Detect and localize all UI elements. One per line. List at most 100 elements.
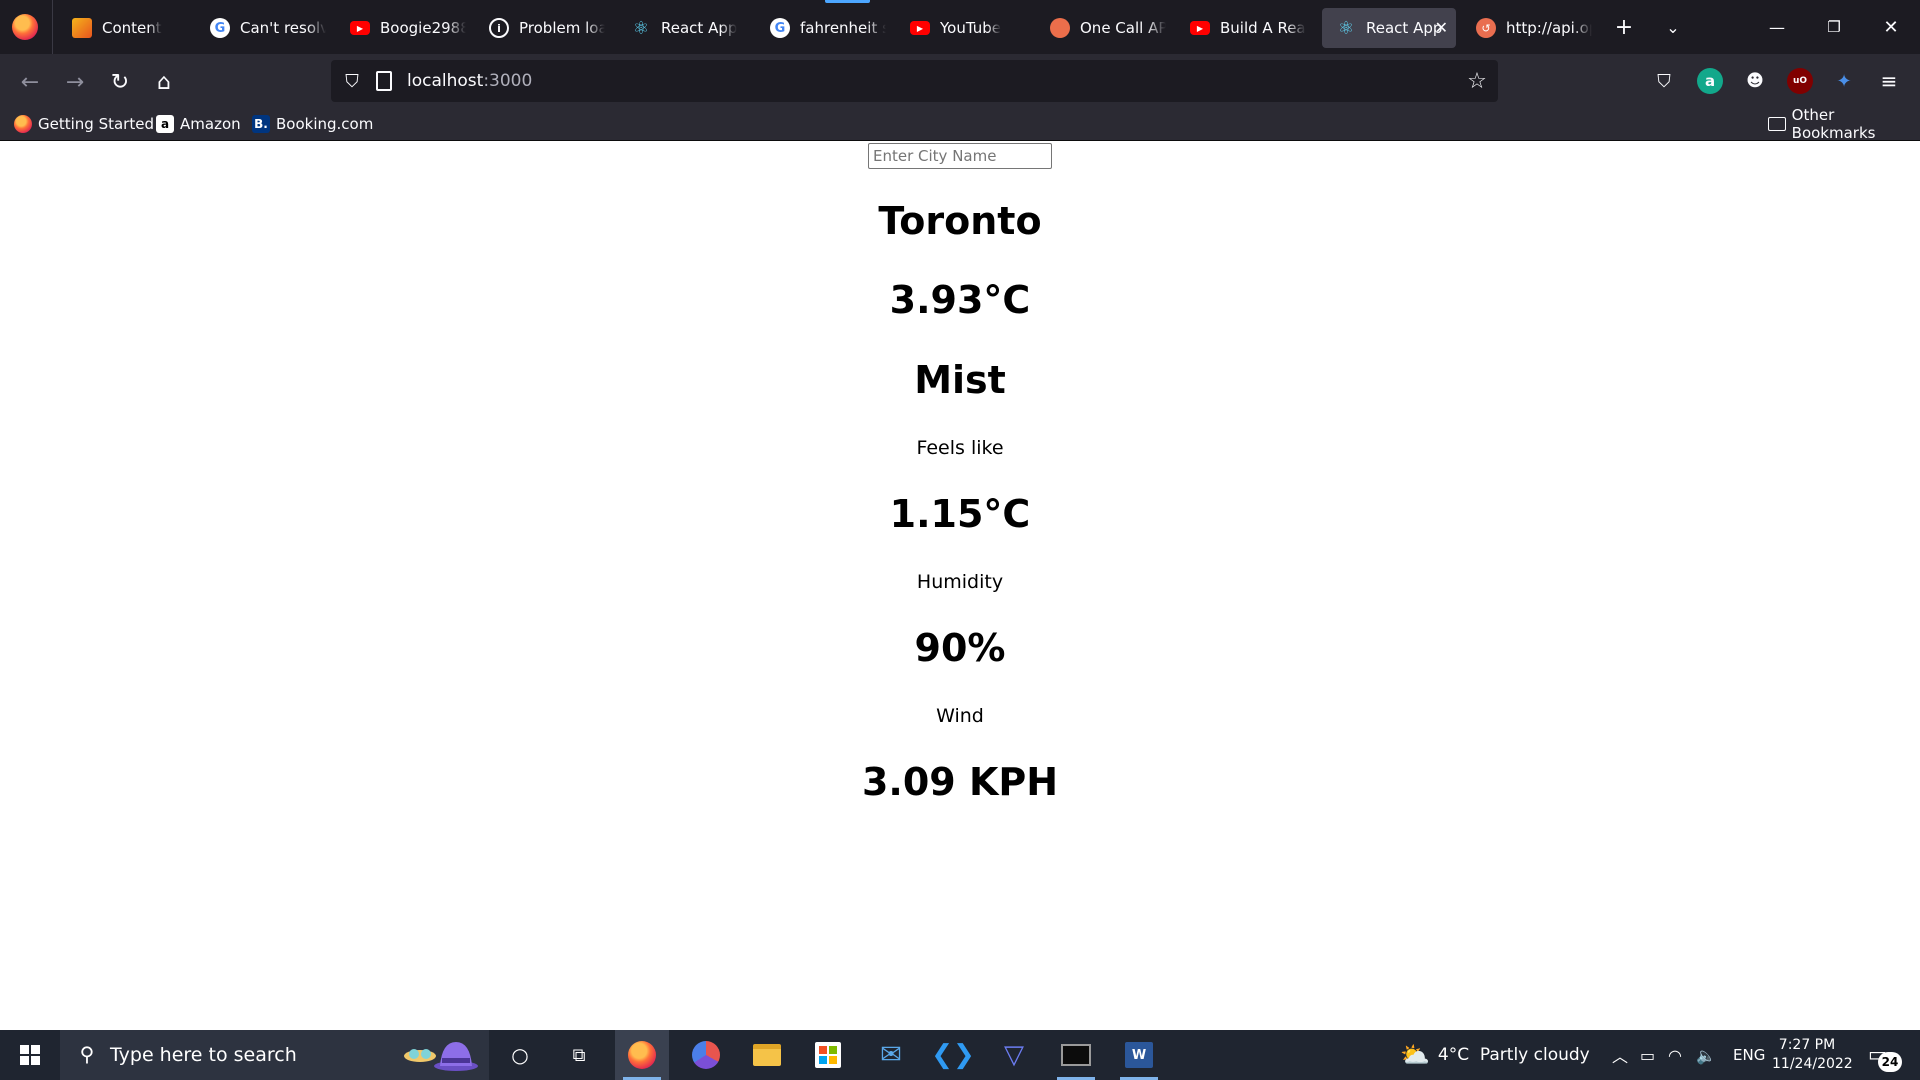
booking-icon: B.	[252, 115, 270, 133]
notification-count: 24	[1878, 1052, 1902, 1072]
ublock-icon[interactable]: uO	[1787, 68, 1813, 94]
taskbar-word[interactable]: W	[1112, 1030, 1166, 1080]
folder-icon	[753, 1044, 781, 1066]
url-bar[interactable]: ⛉ localhost:3000 ☆	[331, 60, 1498, 102]
bookmark-getting-started[interactable]: Getting Started	[14, 113, 154, 135]
bookmark-amazon[interactable]: a Amazon	[156, 113, 241, 135]
tab-label: Boogie2988	[380, 19, 466, 37]
info-icon: i	[489, 18, 509, 38]
battery-icon[interactable]: ▭	[1640, 1030, 1655, 1080]
windows-icon	[20, 1045, 40, 1065]
tab-label: YouTube	[940, 19, 1001, 37]
windows-taskbar: ⚲ Type here to search ○ ⧉ ✉ ❮❯ ▽ W ⛅ 4°C…	[0, 1030, 1920, 1080]
tab-label: fahrenheit sy	[800, 19, 886, 37]
tab-api-openweather[interactable]: ↺ http://api.op	[1462, 8, 1592, 48]
shield-icon[interactable]: ⛉	[341, 70, 363, 92]
wind-value: 3.09 KPH	[861, 760, 1059, 804]
extension-icon[interactable]: ☻	[1742, 68, 1768, 94]
tab-label: Can't resolve	[240, 19, 326, 37]
close-window-icon[interactable]: ✕	[1876, 12, 1906, 42]
search-highlight-icon	[404, 1042, 478, 1071]
grammarly-icon[interactable]: a	[1697, 68, 1723, 94]
vpn-icon[interactable]: ▽	[987, 1030, 1041, 1080]
list-tabs-icon[interactable]: ⌄	[1658, 12, 1688, 42]
minimize-icon[interactable]: —	[1762, 12, 1792, 42]
tab-youtube[interactable]: ▶ YouTube	[896, 8, 1026, 48]
tab-label: Content	[102, 19, 162, 37]
tab-boogie2988[interactable]: ▶ Boogie2988	[336, 8, 466, 48]
humidity-value: 90%	[914, 626, 1006, 670]
bookmark-booking[interactable]: B. Booking.com	[252, 113, 373, 135]
youtube-icon: ▶	[350, 21, 370, 35]
taskbar-store[interactable]	[801, 1030, 855, 1080]
clock[interactable]: 7:27 PM 11/24/2022	[1772, 1036, 1853, 1074]
menu-icon[interactable]: ≡	[1876, 68, 1902, 94]
tab-cant-resolve[interactable]: G Can't resolve	[196, 8, 326, 48]
url-port: :3000	[483, 71, 533, 91]
start-button[interactable]	[0, 1030, 60, 1080]
search-icon: ⚲	[79, 1042, 95, 1066]
home-icon[interactable]: ⌂	[148, 66, 180, 98]
tab-label: React App	[1366, 19, 1443, 37]
tab-fahrenheit[interactable]: G fahrenheit sy	[756, 8, 886, 48]
pocket-icon[interactable]: ⛉	[1651, 68, 1677, 94]
feels-like-label: Feels like	[916, 437, 1004, 459]
new-tab-icon[interactable]: +	[1609, 12, 1639, 42]
tab-content[interactable]: Content	[58, 8, 188, 48]
city-search-input[interactable]	[868, 143, 1052, 169]
tab-label: React App	[661, 19, 738, 37]
bookmark-label: Getting Started	[38, 115, 154, 133]
url-text[interactable]: localhost:3000	[407, 71, 532, 91]
taskbar-search-box[interactable]: ⚲ Type here to search	[60, 1030, 489, 1080]
firefox-icon	[628, 1041, 656, 1069]
feels-like-value: 1.15°C	[889, 492, 1031, 536]
reload-icon[interactable]: ↻	[104, 66, 136, 98]
volume-icon[interactable]: 🔈	[1696, 1030, 1716, 1080]
weather-app: Toronto 3.93°C Mist Feels like 1.15°C Hu…	[0, 141, 1920, 1030]
show-hidden-icons[interactable]: ︿	[1612, 1030, 1628, 1080]
temperature-value: 3.93°C	[889, 278, 1031, 322]
search-placeholder: Type here to search	[110, 1044, 297, 1066]
wifi-icon[interactable]: ◠	[1668, 1030, 1682, 1080]
clock-time: 7:27 PM	[1778, 1037, 1836, 1053]
other-bookmarks[interactable]: Other Bookmarks	[1768, 106, 1920, 142]
openweather-icon	[1050, 18, 1070, 38]
extension-puzzle-icon[interactable]: ✦	[1831, 68, 1857, 94]
close-tab-icon[interactable]: ✕	[1435, 18, 1448, 37]
partly-cloudy-icon: ⛅	[1400, 1041, 1430, 1069]
vscode-icon[interactable]: ❮❯	[926, 1030, 980, 1080]
amazon-icon: a	[156, 115, 174, 133]
navigation-toolbar: ← → ↻ ⌂ ⛉ localhost:3000 ☆ ⛉ a ☻ uO ✦ ≡	[0, 54, 1920, 108]
tab-activity-indicator	[825, 0, 870, 3]
mail-icon[interactable]: ✉	[864, 1030, 918, 1080]
google-icon: G	[210, 18, 230, 38]
folder-icon	[1768, 117, 1786, 131]
restore-icon[interactable]: ❐	[1819, 12, 1849, 42]
api-icon: ↺	[1476, 18, 1496, 38]
cortana-icon[interactable]: ○	[493, 1030, 547, 1080]
tab-label: Build A Reac	[1220, 19, 1306, 37]
taskbar-firefox[interactable]	[615, 1030, 669, 1080]
taskbar-terminal[interactable]	[1049, 1030, 1103, 1080]
react-icon: ⚛	[632, 17, 650, 39]
page-icon	[376, 71, 392, 91]
firefox-icon[interactable]	[12, 14, 38, 40]
tab-react-app[interactable]: ⚛ React App	[617, 8, 747, 48]
bookmark-label: Booking.com	[276, 115, 374, 133]
taskbar-chrome-app[interactable]	[679, 1030, 733, 1080]
bookmark-label: Amazon	[180, 115, 241, 133]
weather-widget-text: 4°C Partly cloudy	[1437, 1045, 1590, 1065]
taskbar-file-explorer[interactable]	[740, 1030, 794, 1080]
language-indicator[interactable]: ENG	[1733, 1030, 1765, 1080]
back-icon[interactable]: ←	[14, 66, 46, 98]
forward-icon[interactable]: →	[59, 66, 91, 98]
tab-build-a-react[interactable]: ▶ Build A Reac	[1176, 8, 1306, 48]
weather-widget[interactable]: ⛅ 4°C Partly cloudy	[1400, 1030, 1590, 1080]
react-icon: ⚛	[1337, 17, 1355, 39]
tab-one-call-api[interactable]: One Call API	[1036, 8, 1166, 48]
tab-problem-loading[interactable]: i Problem loa	[475, 8, 605, 48]
tab-react-app-active[interactable]: ⚛ React App ✕	[1322, 8, 1456, 48]
task-view-icon[interactable]: ⧉	[552, 1030, 606, 1080]
bookmarks-toolbar: Getting Started a Amazon B. Booking.com …	[0, 106, 1920, 142]
bookmark-star-icon[interactable]: ☆	[1464, 68, 1490, 94]
